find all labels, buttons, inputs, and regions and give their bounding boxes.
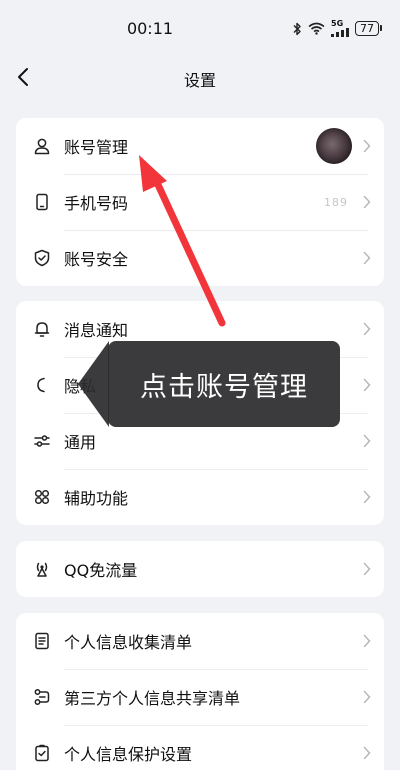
battery-indicator: 77 [355,21,382,36]
row-personal-info-protection-settings[interactable]: 个人信息保护设置 [16,725,384,770]
row-account-management[interactable]: 账号管理 [16,118,384,174]
antenna-icon [36,562,48,577]
signal-bars-icon [331,28,349,37]
status-bar: 00:11 5G 77 [0,0,400,56]
chevron-right-icon [363,195,371,209]
shield-check-icon [34,249,50,267]
wifi-icon [308,22,325,35]
row-third-party-sharing-list[interactable]: 第三方个人信息共享清单 [16,669,384,725]
tooltip-tail [78,341,109,427]
row-label: 账号安全 [64,250,129,269]
chevron-right-icon [363,562,371,576]
phone-number-value: 189 [324,195,348,209]
row-phone-number[interactable]: 手机号码 189 [16,174,384,230]
chevron-right-icon [363,746,371,760]
row-label: 手机号码 [64,194,129,213]
row-label: 账号管理 [64,138,129,157]
share-nodes-icon [34,689,50,705]
row-label: 个人信息保护设置 [64,745,193,764]
cellular-signal: 5G [331,20,349,37]
row-label: 通用 [64,433,97,452]
header: 设置 [0,56,400,100]
chevron-right-icon [363,690,371,704]
chevron-right-icon [363,378,371,392]
chevron-right-icon [363,251,371,265]
row-accessibility[interactable]: 辅助功能 [16,469,384,525]
row-label: 个人信息收集清单 [64,633,193,652]
row-personal-info-collection-list[interactable]: 个人信息收集清单 [16,613,384,669]
chevron-right-icon [363,139,371,153]
row-account-security[interactable]: 账号安全 [16,230,384,286]
person-icon [34,138,50,155]
bluetooth-icon [293,22,301,35]
hint-tooltip: 点击账号管理 [108,341,340,427]
tooltip-text: 点击账号管理 [140,371,308,403]
chevron-right-icon [363,634,371,648]
avatar [316,128,352,164]
moon-icon [37,377,45,393]
row-label: 辅助功能 [64,489,129,508]
status-time: 00:11 [126,19,174,38]
chevron-right-icon [363,434,371,448]
bell-icon [34,322,50,337]
data-card: QQ免流量 [16,541,384,597]
clipboard-check-icon [35,744,49,762]
status-icons: 5G 77 [292,20,382,37]
document-list-icon [35,632,49,650]
page-title: 设置 [183,71,216,90]
grid-loops-icon [34,489,50,505]
row-label: QQ免流量 [64,561,138,580]
privacy-info-card: 个人信息收集清单 第三方个人信息共享清单 个人信息保护设置 [16,613,384,770]
sliders-icon [34,435,50,447]
network-type-label: 5G [331,19,344,28]
phone-icon [36,193,48,211]
chevron-right-icon [363,490,371,504]
settings-screen: 00:11 5G 77 设置 账号管理 手机号码 189 账号安全 消息通知 隐… [0,0,400,770]
row-label: 第三方个人信息共享清单 [64,689,241,708]
row-label: 消息通知 [64,321,129,340]
account-card: 账号管理 手机号码 189 账号安全 [16,118,384,286]
chevron-right-icon [363,322,371,336]
row-qq-free-data[interactable]: QQ免流量 [16,541,384,597]
